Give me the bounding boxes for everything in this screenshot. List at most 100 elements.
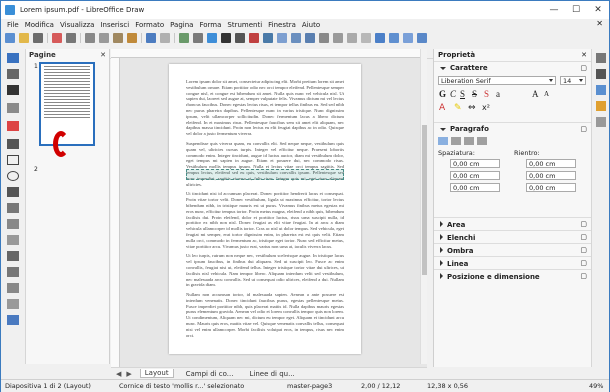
- underline-icon[interactable]: S: [460, 89, 465, 99]
- line-spacing-field[interactable]: 0,00 cm: [450, 183, 500, 192]
- menu-pagina[interactable]: Pagina: [170, 21, 193, 29]
- red-curve-shape[interactable]: [53, 131, 69, 157]
- open-icon[interactable]: [19, 33, 29, 43]
- first-line-indent-field[interactable]: 0,00 cm: [526, 183, 576, 192]
- navigator-icon[interactable]: [596, 117, 606, 127]
- font-color-icon[interactable]: A: [439, 103, 445, 113]
- glue-icon[interactable]: [361, 33, 371, 43]
- curve-icon[interactable]: [7, 121, 19, 131]
- line-icon[interactable]: [7, 139, 19, 149]
- more-options-icon[interactable]: ▢: [580, 257, 587, 269]
- menu-formato[interactable]: Formato: [135, 21, 164, 29]
- undo-icon[interactable]: [146, 33, 156, 43]
- first-tab-icon[interactable]: ◀: [116, 370, 121, 378]
- special-char-icon[interactable]: [235, 33, 245, 43]
- more-options-icon[interactable]: ▢: [580, 231, 587, 243]
- selected-text-frame[interactable]: [186, 169, 344, 180]
- highlight-icon[interactable]: ✎: [454, 103, 462, 113]
- export-pdf-icon[interactable]: [52, 33, 62, 43]
- redo-icon[interactable]: [160, 33, 170, 43]
- gallery-icon[interactable]: [596, 101, 606, 111]
- line-color-icon[interactable]: [7, 103, 19, 113]
- font-size-field[interactable]: 14: [560, 76, 586, 85]
- rectangle-icon[interactable]: [7, 155, 19, 165]
- textbox-icon[interactable]: [221, 33, 231, 43]
- sidebar-menu-icon[interactable]: [596, 53, 606, 63]
- clone-formatting-icon[interactable]: [127, 33, 137, 43]
- symbol-shapes-icon[interactable]: [7, 235, 19, 245]
- menu-visualizza[interactable]: Visualizza: [60, 21, 94, 29]
- callouts-icon[interactable]: [7, 283, 19, 293]
- align-center-icon[interactable]: [451, 137, 461, 145]
- connector-icon[interactable]: [7, 187, 19, 197]
- section-paragrafo[interactable]: Paragrafo ▢: [434, 122, 591, 135]
- grow-font-icon[interactable]: A: [532, 89, 539, 99]
- menu-aiuto[interactable]: Aiuto: [302, 21, 320, 29]
- basic-shapes-icon[interactable]: [7, 219, 19, 229]
- new-icon[interactable]: [5, 33, 15, 43]
- arrange-icon[interactable]: [291, 33, 301, 43]
- menu-finestra[interactable]: Finestra: [268, 21, 296, 29]
- spacing-icon[interactable]: ⇔: [468, 103, 476, 113]
- menu-file[interactable]: File: [7, 21, 19, 29]
- close-document-icon[interactable]: ✕: [596, 19, 603, 28]
- zoom-icon[interactable]: [7, 69, 19, 79]
- helplines-icon[interactable]: [193, 33, 203, 43]
- slide-transition-icon[interactable]: [596, 85, 606, 95]
- more-options-icon[interactable]: ▢: [580, 270, 587, 282]
- copy-icon[interactable]: [99, 33, 109, 43]
- arrow-icon[interactable]: [7, 203, 19, 213]
- ellipse-icon[interactable]: [7, 171, 19, 181]
- page[interactable]: Lorem ipsum dolor sit amet, consectetur …: [169, 64, 361, 354]
- save-icon[interactable]: [33, 33, 43, 43]
- more-options-icon[interactable]: ▢: [580, 62, 587, 74]
- text-frame[interactable]: Lorem ipsum dolor sit amet, consectetur …: [186, 79, 344, 342]
- tab-linee[interactable]: Linee di qu...: [245, 370, 298, 378]
- bold-icon[interactable]: G: [439, 89, 446, 99]
- paragraph[interactable]: Ut leo turpis, rutrum non neque nec, ves…: [186, 253, 344, 288]
- indent-before-field[interactable]: 0,00 cm: [526, 159, 576, 168]
- section-posizione[interactable]: Posizione e dimensione ▢: [434, 269, 591, 282]
- menu-modifica[interactable]: Modifica: [25, 21, 54, 29]
- outline-icon[interactable]: a: [496, 89, 500, 99]
- shrink-font-icon[interactable]: A: [544, 90, 549, 98]
- section-ombra[interactable]: Ombra ▢: [434, 243, 591, 256]
- grid-icon[interactable]: [179, 33, 189, 43]
- menu-forma[interactable]: Forma: [199, 21, 221, 29]
- transformations-icon[interactable]: [263, 33, 273, 43]
- cut-icon[interactable]: [85, 33, 95, 43]
- tab-layout[interactable]: Layout: [139, 369, 174, 378]
- document-canvas[interactable]: Lorem ipsum dolor sit amet, consectetur …: [111, 49, 427, 367]
- paragraph[interactable]: Suspendisse quis viverra quam, eu conval…: [186, 141, 344, 187]
- superscript-icon[interactable]: x²: [482, 103, 490, 112]
- paste-icon[interactable]: [113, 33, 123, 43]
- scroll-thumb[interactable]: [422, 125, 427, 275]
- points-icon[interactable]: [347, 33, 357, 43]
- image-icon[interactable]: [207, 33, 217, 43]
- paragraph[interactable]: Lorem ipsum dolor sit amet, consectetur …: [186, 79, 344, 137]
- shadow-icon[interactable]: [305, 33, 315, 43]
- space-below-field[interactable]: 0,00 cm: [450, 171, 500, 180]
- close-panel-icon[interactable]: ✕: [100, 49, 106, 61]
- menu-inserisci[interactable]: Inserisci: [100, 21, 129, 29]
- last-tab-icon[interactable]: ▶: [126, 370, 131, 378]
- paragraph[interactable]: Ut tincidunt nisi id accumsan placerat. …: [186, 191, 344, 249]
- align-icon[interactable]: [277, 33, 287, 43]
- print-icon[interactable]: [66, 33, 76, 43]
- stars-icon[interactable]: [7, 299, 19, 309]
- justify-icon[interactable]: [477, 137, 487, 145]
- crop-icon[interactable]: [319, 33, 329, 43]
- menu-strumenti[interactable]: Strumenti: [227, 21, 262, 29]
- tab-campi[interactable]: Campi di co...: [182, 370, 238, 378]
- block-arrows-icon[interactable]: [7, 251, 19, 261]
- close-button[interactable]: ✕: [587, 1, 609, 19]
- close-panel-icon[interactable]: ✕: [581, 49, 587, 61]
- align-left-icon[interactable]: [438, 137, 448, 145]
- interaction-icon[interactable]: [403, 33, 413, 43]
- align-right-icon[interactable]: [464, 137, 474, 145]
- paragraph[interactable]: Nullam non accumsan tortor, id malesuada…: [186, 292, 344, 338]
- section-carattere[interactable]: Carattere ▢: [434, 61, 591, 74]
- zoom-level[interactable]: 49%: [589, 382, 603, 390]
- strikethrough-icon[interactable]: S: [472, 89, 477, 99]
- maximize-button[interactable]: ☐: [565, 1, 587, 19]
